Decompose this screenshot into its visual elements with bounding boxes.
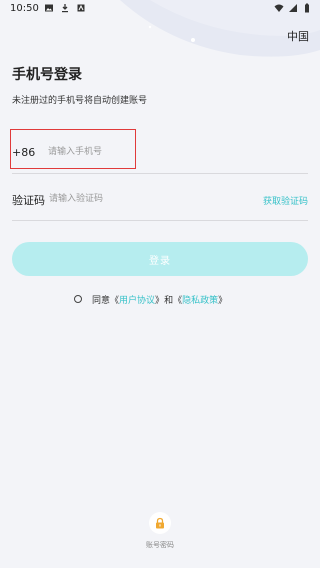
agreement-radio[interactable] (74, 295, 82, 303)
login-button[interactable]: 登录 (12, 242, 308, 276)
lock-icon (156, 517, 164, 529)
phone-divider (12, 173, 308, 174)
region-selector[interactable]: 中国 (287, 28, 309, 44)
agreement-prefix: 同意 (92, 295, 111, 306)
agreement-conjunction: 和 (164, 295, 174, 306)
app-icon (77, 4, 85, 12)
status-right-icons (274, 3, 312, 13)
code-label: 验证码 (12, 194, 45, 207)
agreement-row: 同意 《 用户协议 》 和 《 隐私政策 》 (74, 292, 227, 306)
agreement-quote-open-1: 《 (110, 295, 120, 306)
agreement-quote-open-2: 《 (173, 295, 183, 306)
phone-row: +86 (12, 132, 308, 172)
status-left-icons (44, 3, 86, 13)
agreement-quote-close-1: 》 (155, 295, 165, 306)
page-title: 手机号登录 (12, 67, 82, 83)
user-agreement-link[interactable]: 用户协议 (119, 293, 155, 306)
password-login-option[interactable]: 账号密码 (142, 512, 178, 550)
code-row: 验证码 获取验证码 (12, 187, 308, 211)
phone-input[interactable] (48, 144, 248, 160)
signal-icon (289, 4, 297, 12)
image-icon (45, 4, 53, 12)
page-subtitle: 未注册过的手机号将自动创建账号 (12, 96, 148, 106)
code-input[interactable] (49, 191, 219, 207)
agreement-quote-close-2: 》 (218, 295, 228, 306)
lock-icon-wrap (149, 512, 171, 534)
country-code[interactable]: +86 (12, 146, 35, 159)
status-bar: 10:50 (0, 0, 320, 18)
get-code-button[interactable]: 获取验证码 (263, 194, 308, 207)
battery-icon (305, 3, 309, 13)
wifi-icon (274, 4, 284, 12)
download-icon (62, 4, 68, 13)
password-login-label: 账号密码 (146, 541, 174, 549)
privacy-policy-link[interactable]: 隐私政策 (182, 293, 218, 306)
status-time: 10:50 (10, 3, 39, 14)
code-divider (12, 220, 308, 221)
